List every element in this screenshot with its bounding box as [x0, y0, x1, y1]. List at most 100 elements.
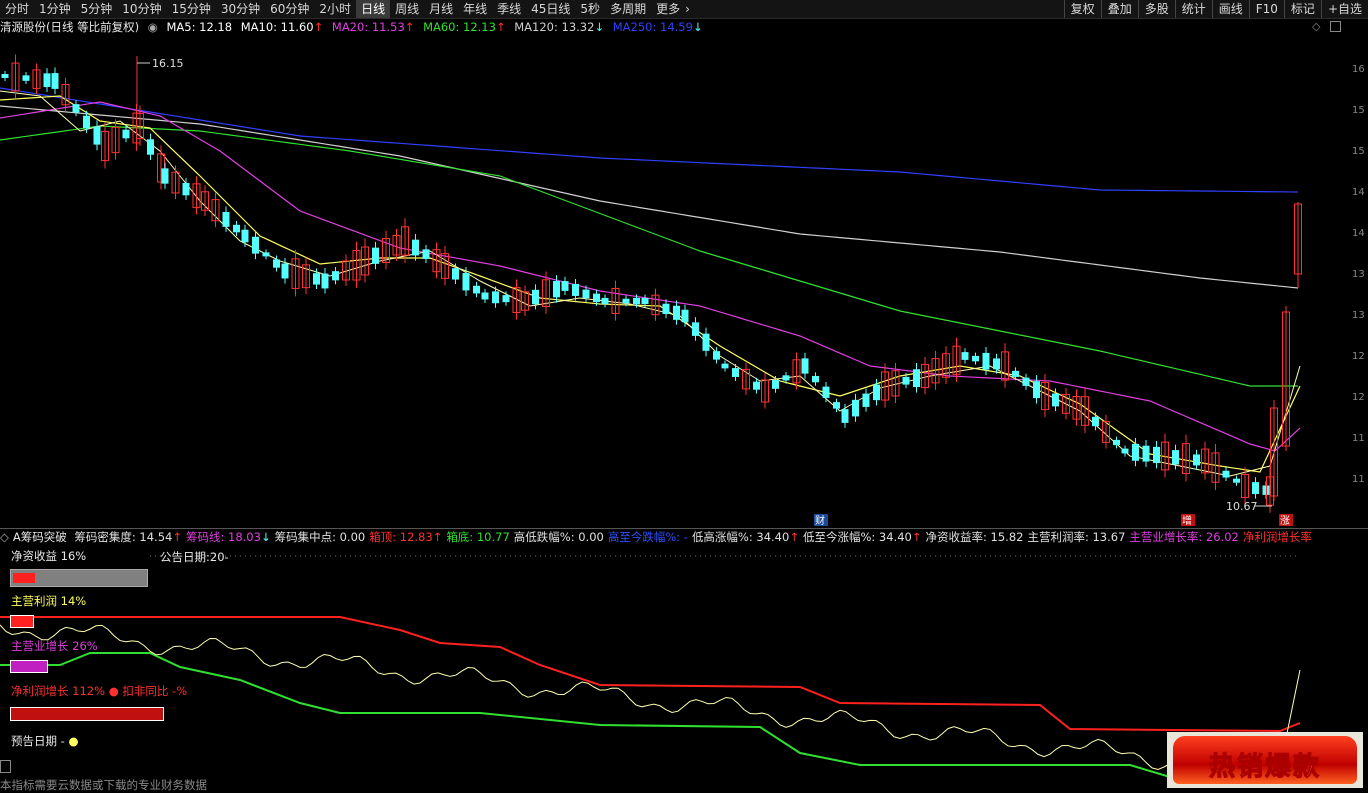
period-tab[interactable]: 5分钟 — [76, 0, 118, 18]
candle-body — [93, 126, 101, 145]
ma60-line — [0, 125, 1298, 387]
period-tab[interactable]: 1分钟 — [34, 0, 76, 18]
candle-body — [473, 285, 480, 294]
candle-body — [812, 375, 819, 383]
candle-body — [913, 369, 920, 388]
candle-body — [321, 273, 329, 289]
price-axis-label: 14 — [1352, 228, 1365, 239]
period-tab[interactable]: 30分钟 — [216, 0, 265, 18]
candlestick-chart[interactable]: 16.15 10.67 财 增 涨 — [0, 36, 1342, 528]
promo-text: 热销爆款 — [1208, 752, 1321, 783]
indicator-value: 箱底: 10.77 — [446, 530, 510, 544]
candle-body — [481, 292, 489, 300]
candle-body — [281, 263, 289, 279]
period-tab[interactable]: 日线 — [356, 0, 391, 18]
candle-body — [273, 259, 280, 268]
candle-body — [1, 74, 9, 78]
candle-body — [1233, 478, 1240, 483]
candle-body — [233, 224, 240, 233]
collapse-icon[interactable]: ◇ — [1312, 20, 1320, 33]
period-tabs: 分时 1分钟 5分钟 10分钟 15分钟 30分钟 60分钟 2小时 日线 周线 月线 年线 季线 45日… — [0, 0, 690, 18]
indicator-value: 筹码线: 18.03↓ — [185, 530, 271, 544]
candle-body — [961, 352, 969, 360]
period-tab[interactable]: 季线 — [492, 0, 526, 18]
ma5-line — [0, 90, 1301, 477]
tool-button[interactable]: 画线 — [1211, 0, 1249, 18]
period-tab[interactable]: 5秒 — [575, 0, 605, 18]
candle-body — [1193, 454, 1200, 466]
close-icon[interactable] — [1330, 21, 1341, 32]
candle-body — [241, 229, 249, 243]
indicator-chart[interactable] — [0, 545, 1342, 788]
tool-button[interactable]: 复权 — [1063, 0, 1101, 18]
candle-body — [822, 386, 830, 398]
candle-body — [412, 239, 419, 256]
period-toolbar: 分时 1分钟 5分钟 10分钟 15分钟 30分钟 60分钟 2小时 日线 周线 月线 年线 季线 45日… — [0, 0, 1368, 19]
period-tab[interactable]: 月线 — [424, 0, 458, 18]
candle-body — [1222, 470, 1230, 478]
ma10-value: MA10: 11.60↑ — [240, 20, 324, 34]
ma120-value: MA120: 13.32↓ — [514, 20, 605, 34]
price-axis-label: 12 — [1352, 392, 1365, 403]
promo-banner[interactable]: 热销爆款 — [1167, 732, 1363, 788]
period-tab[interactable]: 2小时 — [314, 0, 356, 18]
ma10-line — [0, 95, 1301, 473]
candle-body — [182, 182, 190, 196]
candle-body — [1252, 482, 1259, 495]
candle-body — [1052, 393, 1059, 407]
indicator-value: 低高涨幅%: 34.40↑ — [691, 530, 799, 544]
indicator-value: 净资收益率: 15.82 — [925, 530, 1024, 544]
candle-body — [332, 271, 339, 281]
candle-body — [252, 236, 259, 254]
candle-body — [122, 129, 130, 139]
period-tab[interactable]: 更多 — [651, 0, 685, 18]
candle-body — [1121, 448, 1129, 454]
indicator-toggle-icon[interactable]: ◇ — [0, 530, 9, 544]
period-tab[interactable]: 15分钟 — [167, 0, 216, 18]
revenue-label: 主营业增长 26% — [11, 639, 98, 653]
candle-body — [721, 363, 729, 369]
forecast-label: 预告日期 - ● — [11, 734, 79, 748]
candle-body — [147, 139, 154, 155]
tool-button[interactable]: 叠加 — [1100, 0, 1138, 18]
panel-icon[interactable] — [0, 760, 11, 773]
period-tab[interactable]: 多周期 — [605, 0, 651, 18]
candle-body — [22, 75, 30, 81]
candle-body — [582, 289, 590, 299]
candle-body — [561, 281, 569, 291]
tool-button[interactable]: F10 — [1248, 0, 1284, 18]
candle-body — [753, 381, 760, 390]
period-tab[interactable]: 周线 — [390, 0, 424, 18]
tool-button[interactable]: 多股 — [1137, 0, 1175, 18]
announce-date: 公告日期:20- — [160, 550, 229, 564]
roe-bar — [10, 569, 148, 587]
candle-body — [1142, 445, 1150, 462]
tool-button[interactable]: 统计 — [1174, 0, 1212, 18]
indicator-name[interactable]: A筹码突破 — [13, 530, 67, 544]
roe-label: 净资收益 16% — [11, 549, 87, 563]
ma60-value: MA60: 12.13↑ — [423, 20, 506, 34]
candle-body — [713, 351, 720, 360]
candle-body — [641, 297, 649, 305]
candle-body — [862, 393, 870, 407]
red-line — [0, 616, 1301, 733]
candle-body — [702, 333, 710, 351]
indicator-value: 箱顶: 12.83↑ — [369, 530, 443, 544]
more-arrow-icon[interactable]: › — [685, 0, 690, 18]
period-tab[interactable]: 年线 — [458, 0, 492, 18]
candle-body — [462, 273, 470, 291]
tool-button[interactable]: 标记 — [1283, 0, 1321, 18]
indicator-header: ◇ A筹码突破 筹码密集度: 14.54↑ 筹码线: 18.03↓ 筹码集中点: 0.… — [0, 528, 1368, 546]
candle-body — [262, 252, 270, 257]
period-tab[interactable]: 10分钟 — [117, 0, 166, 18]
period-tab[interactable]: 60分钟 — [265, 0, 314, 18]
tool-button[interactable]: +自选 — [1320, 0, 1368, 18]
right-toolbar: 复权 叠加 多股 统计 画线 F10 标记 +自选 — [1063, 0, 1368, 18]
price-axis-label: 11 — [1352, 474, 1365, 485]
period-tab[interactable]: 分时 — [0, 0, 34, 18]
price-axis-label: 15 — [1352, 146, 1365, 157]
candle-body — [1132, 443, 1139, 461]
settings-icon[interactable]: ◉ — [148, 20, 158, 34]
ma250-value: MA250: 14.59↓ — [612, 20, 703, 34]
period-tab[interactable]: 45日线 — [526, 0, 575, 18]
